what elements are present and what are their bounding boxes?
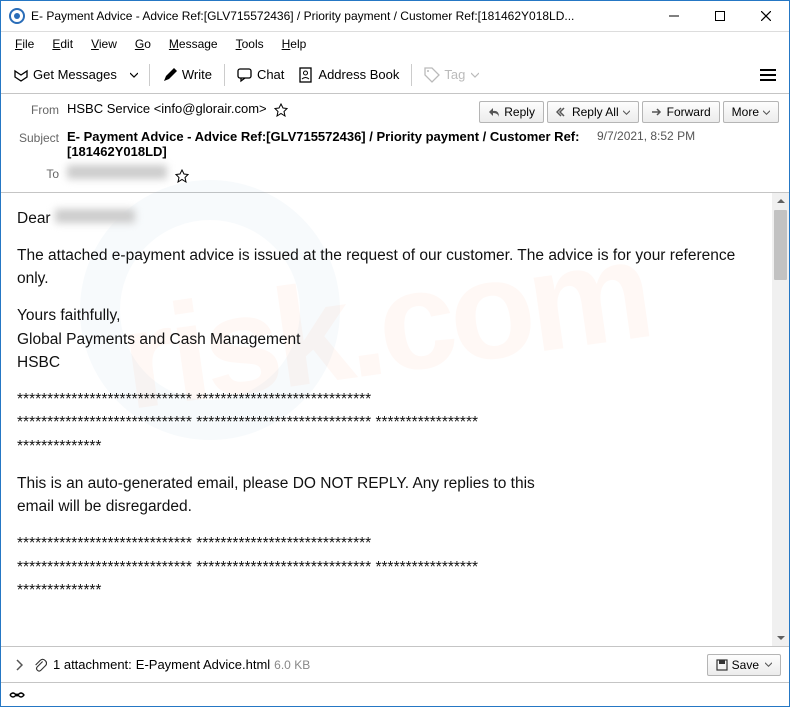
scroll-thumb[interactable] bbox=[774, 210, 787, 280]
body-text: HSBC bbox=[17, 354, 60, 371]
connection-icon[interactable] bbox=[9, 688, 25, 702]
maximize-button[interactable] bbox=[697, 1, 743, 31]
separator bbox=[149, 64, 150, 86]
pencil-icon bbox=[162, 67, 178, 83]
scroll-up-button[interactable] bbox=[772, 193, 789, 210]
forward-button[interactable]: Forward bbox=[642, 101, 720, 123]
address-book-button[interactable]: Address Book bbox=[292, 63, 405, 87]
more-label: More bbox=[732, 105, 759, 119]
body-separator: ***************************** **********… bbox=[17, 391, 371, 408]
forward-label: Forward bbox=[667, 105, 711, 119]
menu-help[interactable]: Help bbox=[274, 35, 315, 53]
attachment-count: 1 attachment: bbox=[53, 657, 132, 672]
from-address[interactable]: HSBC Service <info@glorair.com> bbox=[67, 101, 267, 116]
menu-edit[interactable]: Edit bbox=[44, 35, 81, 53]
get-messages-dropdown[interactable] bbox=[125, 62, 143, 88]
body-separator: ***************************** **********… bbox=[17, 535, 371, 552]
attachment-size: 6.0 KB bbox=[274, 658, 310, 672]
attachment-bar: 1 attachment: E-Payment Advice.html 6.0 … bbox=[1, 646, 789, 682]
app-menu-button[interactable] bbox=[753, 62, 783, 88]
body-separator: ************** bbox=[17, 582, 101, 599]
reply-all-label: Reply All bbox=[572, 105, 619, 119]
menu-message[interactable]: Message bbox=[161, 35, 226, 53]
addressbook-icon bbox=[298, 67, 314, 83]
body-text: Yours faithfully, bbox=[17, 307, 120, 324]
attachment-expand-button[interactable] bbox=[9, 659, 29, 671]
to-address-redacted bbox=[67, 165, 167, 179]
menu-tools[interactable]: Tools bbox=[228, 35, 272, 53]
hamburger-icon bbox=[760, 68, 776, 82]
to-label: To bbox=[11, 165, 67, 181]
reply-button[interactable]: Reply bbox=[479, 101, 544, 123]
write-button[interactable]: Write bbox=[156, 63, 218, 87]
window-title: E- Payment Advice - Advice Ref:[GLV71557… bbox=[31, 9, 651, 23]
save-icon bbox=[716, 659, 728, 671]
chevron-right-icon bbox=[15, 659, 23, 671]
reply-all-button[interactable]: Reply All bbox=[547, 101, 639, 123]
message-body: risk.com Dear The attached e-payment adv… bbox=[1, 193, 772, 646]
message-headers: From HSBC Service <info@glorair.com> Rep… bbox=[1, 94, 789, 193]
body-text: email will be disregarded. bbox=[17, 498, 192, 515]
address-book-label: Address Book bbox=[318, 67, 399, 82]
close-button[interactable] bbox=[743, 1, 789, 31]
paperclip-icon bbox=[33, 658, 47, 672]
titlebar: E- Payment Advice - Advice Ref:[GLV71557… bbox=[1, 1, 789, 32]
scroll-track[interactable] bbox=[772, 210, 789, 629]
chat-button[interactable]: Chat bbox=[231, 63, 290, 87]
more-button[interactable]: More bbox=[723, 101, 779, 123]
from-value: HSBC Service <info@glorair.com> bbox=[67, 101, 479, 117]
get-messages-label: Get Messages bbox=[33, 67, 117, 82]
body-separator: ************** bbox=[17, 438, 101, 455]
separator bbox=[411, 64, 412, 86]
write-label: Write bbox=[182, 67, 212, 82]
app-icon bbox=[9, 8, 25, 24]
get-messages-button[interactable]: Get Messages bbox=[7, 63, 123, 87]
reply-icon bbox=[488, 106, 500, 118]
tag-button[interactable]: Tag bbox=[418, 63, 485, 87]
menu-go[interactable]: Go bbox=[127, 35, 159, 53]
status-bar bbox=[1, 682, 789, 706]
scrollbar[interactable] bbox=[772, 193, 789, 646]
tag-icon bbox=[424, 67, 440, 83]
reply-all-icon bbox=[556, 106, 568, 118]
body-text: This is an auto-generated email, please … bbox=[17, 475, 535, 492]
body-text: Global Payments and Cash Management bbox=[17, 331, 300, 348]
message-date: 9/7/2021, 8:52 PM bbox=[587, 129, 695, 143]
subject-value: E- Payment Advice - Advice Ref:[GLV71557… bbox=[67, 129, 587, 159]
from-label: From bbox=[11, 101, 67, 117]
menu-file[interactable]: File bbox=[7, 35, 42, 53]
body-greeting: Dear bbox=[17, 210, 51, 227]
forward-icon bbox=[651, 106, 663, 118]
save-attachment-button[interactable]: Save bbox=[707, 654, 781, 676]
separator bbox=[224, 64, 225, 86]
body-separator: ***************************** **********… bbox=[17, 414, 478, 431]
subject-label: Subject bbox=[11, 129, 67, 145]
minimize-button[interactable] bbox=[651, 1, 697, 31]
star-icon[interactable] bbox=[274, 103, 288, 117]
chat-label: Chat bbox=[257, 67, 284, 82]
menu-view[interactable]: View bbox=[83, 35, 125, 53]
tag-label: Tag bbox=[444, 67, 465, 82]
chat-icon bbox=[237, 67, 253, 83]
menubar: File Edit View Go Message Tools Help bbox=[1, 32, 789, 56]
toolbar: Get Messages Write Chat Address Book Tag bbox=[1, 56, 789, 94]
reply-label: Reply bbox=[504, 105, 535, 119]
recipient-name-redacted bbox=[55, 209, 135, 223]
body-separator: ***************************** **********… bbox=[17, 559, 478, 576]
save-label: Save bbox=[732, 658, 759, 672]
scroll-down-button[interactable] bbox=[772, 629, 789, 646]
inbox-icon bbox=[13, 67, 29, 83]
to-value bbox=[67, 165, 779, 183]
body-paragraph: The attached e-payment advice is issued … bbox=[17, 244, 756, 291]
star-icon[interactable] bbox=[175, 169, 189, 183]
attachment-filename[interactable]: E-Payment Advice.html bbox=[136, 657, 270, 672]
